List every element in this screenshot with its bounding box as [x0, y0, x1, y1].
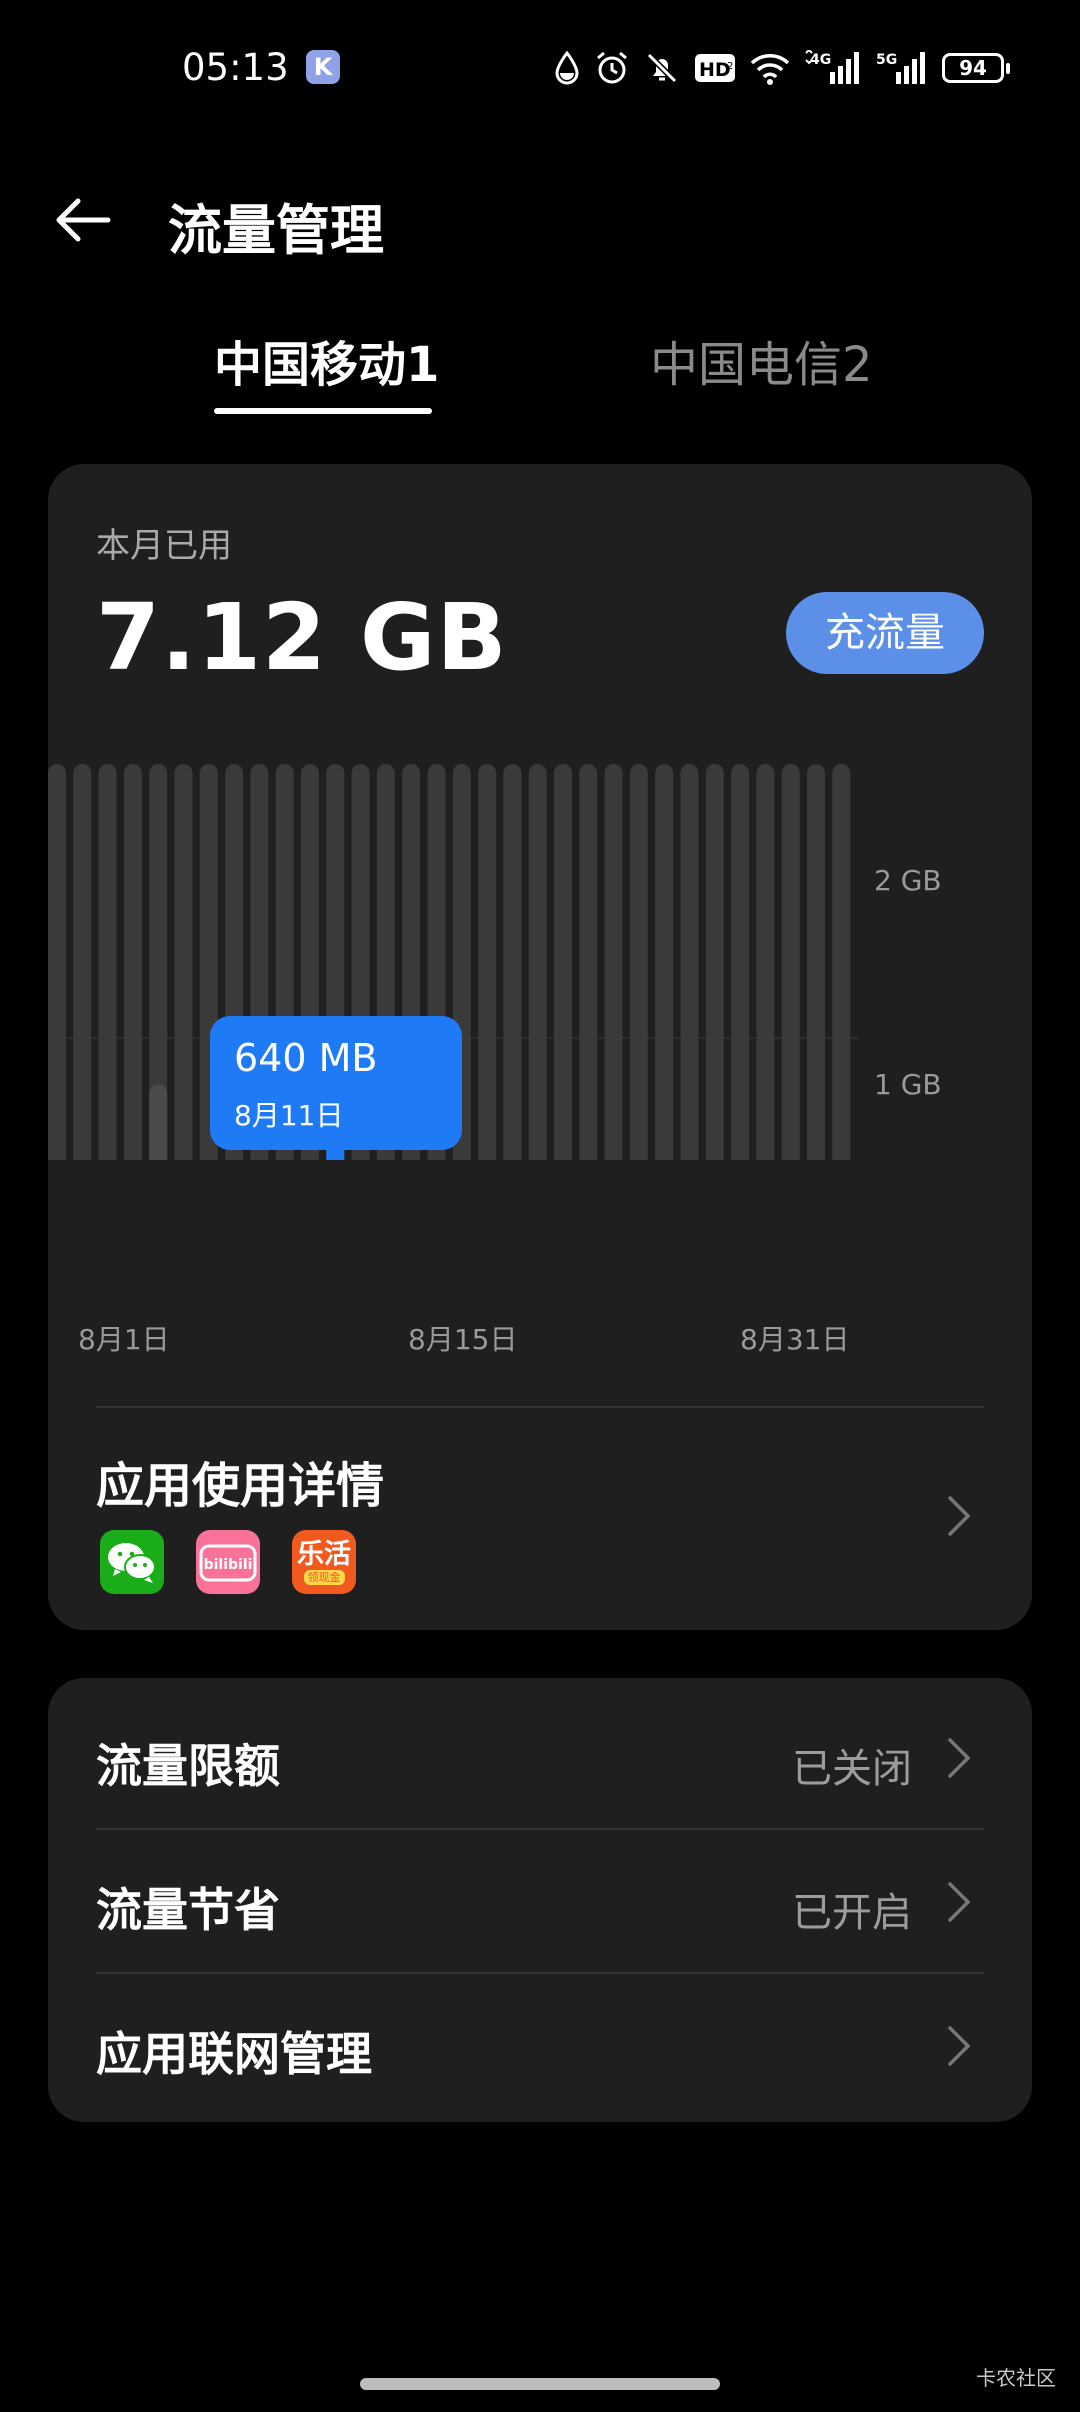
battery-icon: 94	[942, 53, 1010, 83]
y-tick-label: 1 GB	[874, 1068, 942, 1101]
back-arrow-icon[interactable]	[52, 190, 112, 250]
status-time: 05:13	[182, 46, 289, 89]
wifi-icon	[750, 54, 790, 85]
y-tick-label: 2 GB	[874, 864, 942, 897]
row-label: 流量节省	[96, 1883, 280, 1937]
app-network-management-row[interactable]: 应用联网管理	[48, 1972, 1032, 2116]
hd-icon: HD2	[695, 54, 735, 82]
chart-tooltip: 640 MB 8月11日	[210, 1016, 462, 1150]
recharge-button[interactable]: 充流量	[786, 592, 984, 674]
bar-track	[554, 764, 572, 1160]
bar-track	[655, 764, 674, 1160]
chevron-right-icon	[948, 1496, 971, 1536]
bar-track	[629, 764, 648, 1160]
page-title: 流量管理	[168, 199, 384, 262]
tooltip-value: 640 MB	[234, 1036, 378, 1080]
tooltip-date: 8月11日	[234, 1099, 344, 1132]
tab-indicator	[214, 408, 432, 414]
bar-track	[832, 764, 851, 1160]
svg-text:HD: HD	[699, 59, 731, 81]
settings-card: 流量限额 已关闭 流量节省 已开启 应用联网管理	[48, 1678, 1032, 2122]
lehuo-icon: 乐活 领现金	[292, 1530, 356, 1594]
bar-track	[73, 764, 92, 1160]
bar-track	[731, 764, 750, 1160]
svg-text:bilibili: bilibili	[204, 1557, 253, 1573]
bar-track	[478, 764, 497, 1160]
droplet-icon	[555, 51, 579, 85]
bar-track	[528, 764, 547, 1160]
row-value: 已关闭	[792, 1746, 912, 1792]
bar-track	[680, 764, 699, 1160]
bar-track	[781, 764, 800, 1160]
x-tick-label: 8月31日	[740, 1323, 850, 1356]
bar-track	[807, 764, 825, 1160]
bar-track	[174, 764, 193, 1160]
tab-china-telecom[interactable]: 中国电信2	[650, 325, 873, 395]
usage-card: 本月已用 7.12 GB 充流量 2 GB 1 GB 8月1日 8月15日 8月…	[48, 464, 1032, 1630]
signal-4g-icon: 4G	[805, 50, 859, 84]
watermark: 卡农社区	[976, 2366, 1056, 2390]
alarm-icon	[597, 51, 627, 84]
x-tick-label: 8月1日	[78, 1323, 170, 1356]
svg-text:5G: 5G	[876, 52, 897, 68]
tab-china-mobile[interactable]: 中国移动1	[214, 325, 439, 395]
notification-app-icon: K	[306, 50, 340, 84]
mute-bell-icon	[646, 52, 678, 84]
bar-track	[756, 764, 775, 1160]
app-icons: bilibili 乐活 领现金	[100, 1530, 356, 1594]
bar-track	[503, 764, 522, 1160]
used-value: 7.12 GB	[96, 584, 508, 691]
data-saver-row[interactable]: 流量节省 已开启	[48, 1828, 1032, 1972]
bar[interactable]	[149, 1084, 168, 1160]
period-label: 本月已用	[96, 526, 232, 566]
signal-5g-icon: 5G	[876, 52, 925, 84]
app-detail-title: 应用使用详情	[96, 1458, 385, 1514]
wechat-icon	[100, 1530, 164, 1594]
bar-track	[98, 764, 117, 1160]
data-limit-row[interactable]: 流量限额 已关闭	[48, 1684, 1032, 1828]
bilibili-icon: bilibili	[196, 1530, 260, 1594]
bar-track	[579, 764, 598, 1160]
chevron-right-icon	[948, 1738, 971, 1778]
row-label: 流量限额	[96, 1739, 280, 1793]
row-value: 已开启	[792, 1890, 912, 1936]
bar-track	[48, 764, 66, 1160]
svg-text:4G: 4G	[810, 52, 831, 68]
chevron-right-icon	[948, 2026, 971, 2066]
bar-track	[705, 764, 724, 1160]
bar-track	[604, 764, 623, 1160]
app-usage-detail-row[interactable]: 应用使用详情 bilibili 乐活 领现金	[48, 1408, 1032, 1630]
bar-track	[123, 764, 142, 1160]
status-bar: 05:13 K HD 2 4G 5G 94	[0, 0, 1080, 140]
status-icons: HD 2 4G 5G 94	[554, 46, 1010, 90]
x-tick-label: 8月15日	[408, 1323, 518, 1356]
row-label: 应用联网管理	[96, 2027, 372, 2081]
svg-text:2: 2	[727, 61, 733, 72]
home-indicator[interactable]	[360, 2378, 720, 2390]
chevron-right-icon	[948, 1882, 971, 1922]
